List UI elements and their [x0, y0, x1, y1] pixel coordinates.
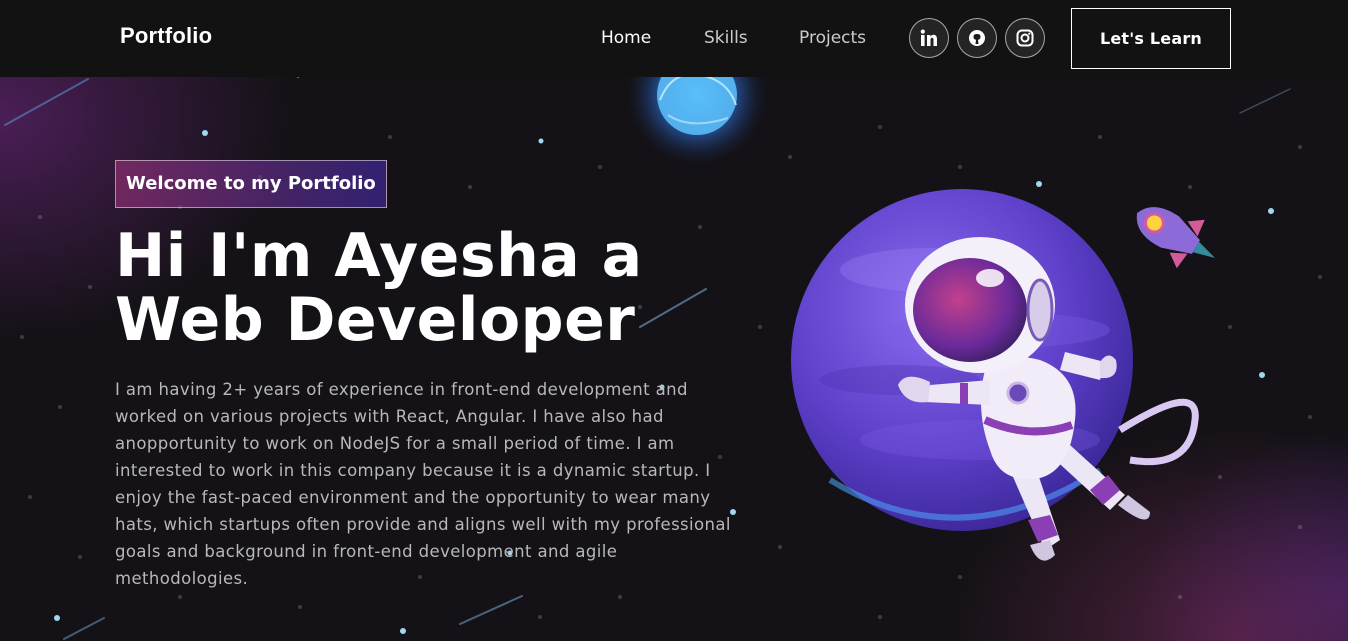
- hero-headline: Hi I'm Ayesha a Web Developer: [115, 224, 735, 352]
- github-button[interactable]: [957, 18, 997, 58]
- github-icon: [969, 30, 985, 46]
- navbar: Portfolio Home Skills Projects Let's Lea…: [0, 0, 1348, 77]
- linkedin-button[interactable]: [909, 18, 949, 58]
- nav-link-home[interactable]: Home: [601, 28, 651, 48]
- nav-link-projects[interactable]: Projects: [799, 28, 866, 48]
- nav-link-skills[interactable]: Skills: [704, 28, 748, 48]
- welcome-tagline: Welcome to my Portfolio: [115, 160, 387, 208]
- lets-learn-button[interactable]: Let's Learn: [1071, 8, 1231, 69]
- instagram-icon: [1016, 29, 1034, 47]
- rocket-icon: [1136, 207, 1216, 269]
- hero-bio: I am having 2+ years of experience in fr…: [115, 380, 731, 588]
- headline-line-2: Web Developer: [115, 285, 636, 355]
- brand-logo[interactable]: Portfolio: [120, 23, 212, 49]
- headline-line-1: Hi I'm Ayesha a: [115, 221, 643, 291]
- linkedin-icon: [920, 29, 937, 46]
- instagram-button[interactable]: [1005, 18, 1045, 58]
